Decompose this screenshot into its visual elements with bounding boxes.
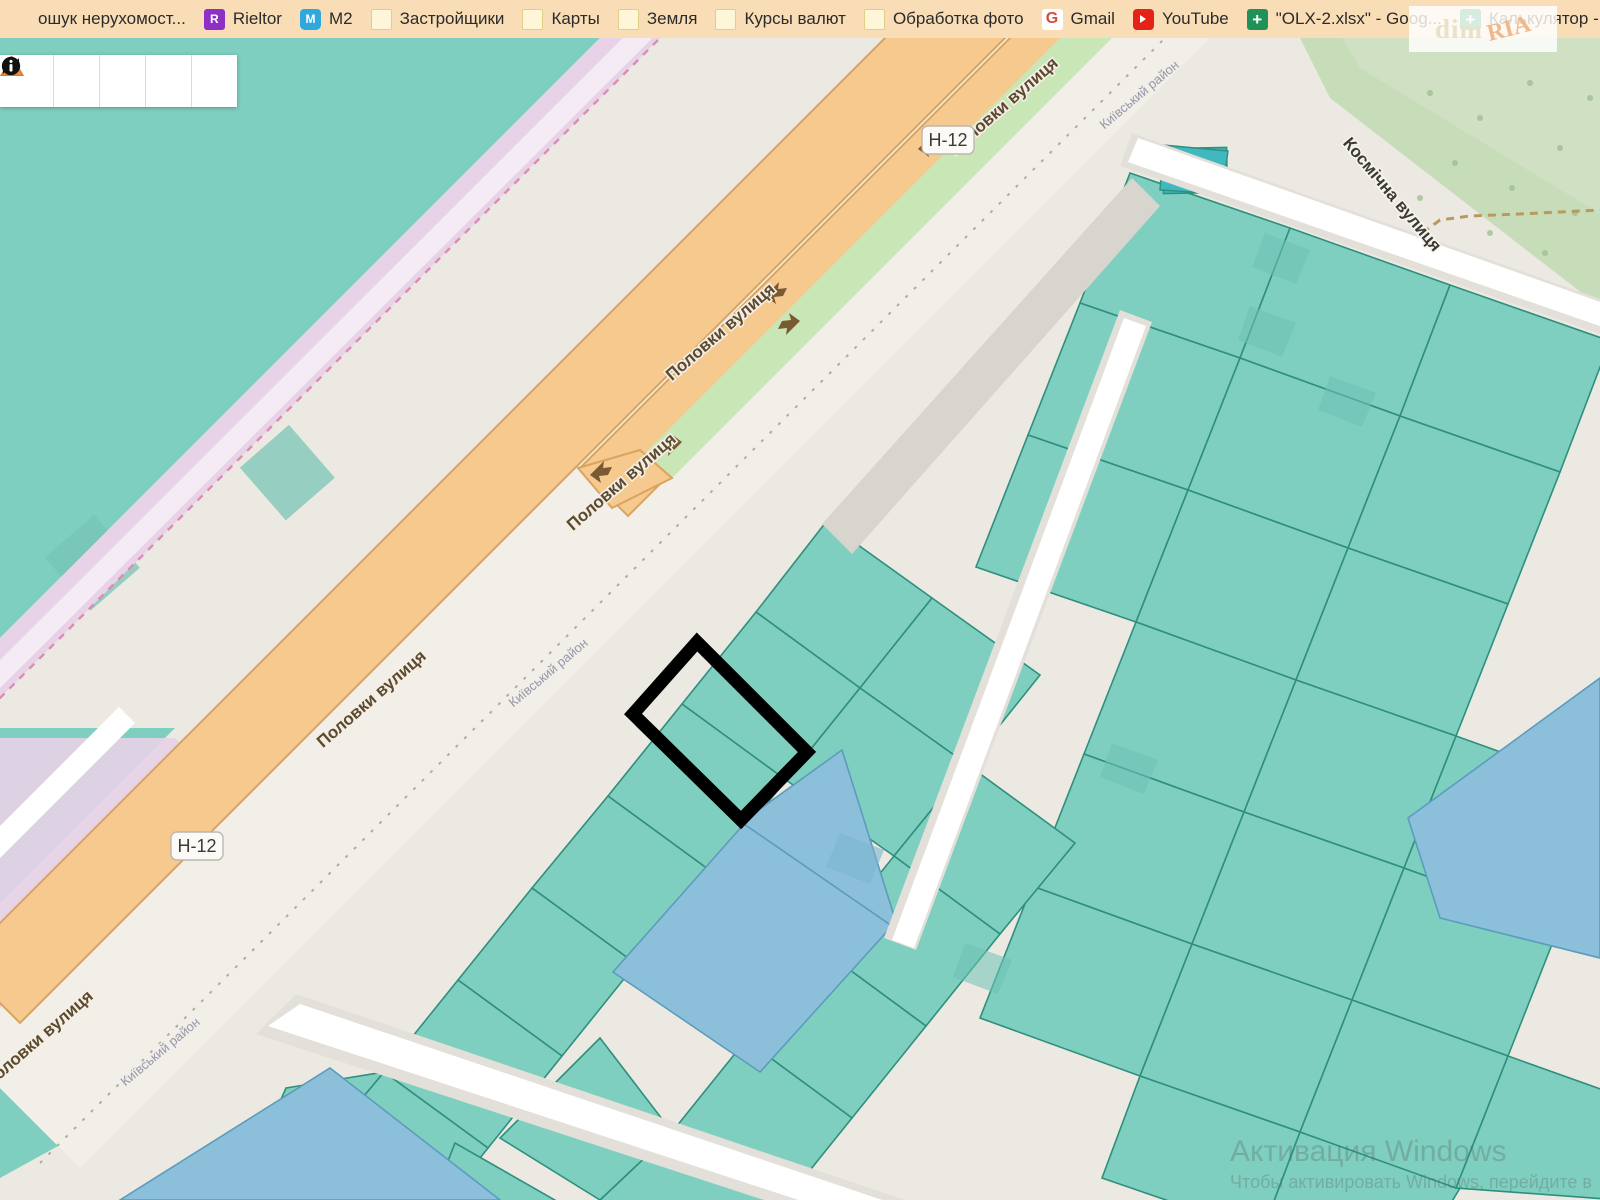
google-sheets-icon (1459, 8, 1481, 30)
blank-page-icon (522, 8, 544, 30)
map-toolbar (0, 55, 237, 107)
bookmark-item-0[interactable]: ошук нерухомост... (0, 0, 195, 38)
bookmark-item-zastroyshiki[interactable]: Застройщики (362, 0, 514, 38)
bookmark-item-zemlya[interactable]: Земля (609, 0, 707, 38)
blank-page-icon (715, 8, 737, 30)
bookmark-item-m2[interactable]: M M2 (291, 0, 362, 38)
info-button[interactable] (1, 55, 237, 107)
bookmark-label: M2 (328, 9, 353, 28)
rieltor-icon: R (203, 8, 225, 30)
bookmark-item-karty[interactable]: Карты (513, 0, 608, 38)
gmail-icon: G (1041, 8, 1063, 30)
bookmark-label: Rieltor (232, 9, 282, 28)
google-sheets-icon (1246, 8, 1268, 30)
refresh-button[interactable] (2, 55, 191, 107)
bookmark-item-calculator-sheet[interactable]: Калькулятор - Goo... (1451, 0, 1600, 38)
bookmark-label: Gmail (1070, 9, 1115, 28)
download-button[interactable] (3, 55, 99, 107)
bookmark-label: Карты (551, 9, 600, 28)
bookmark-label: ошук нерухомост... (38, 9, 186, 28)
bookmark-label: Калькулятор - Goo... (1488, 9, 1600, 28)
bookmark-label: Земля (646, 9, 698, 28)
browser-bookmark-bar: ошук нерухомост... R Rieltor M M2 Застро… (0, 0, 1600, 38)
map-vector-layer: Половки вулиця Половки вулиця Половки ву… (0, 38, 1600, 1200)
m2-icon: M (299, 8, 321, 30)
bookmark-item-gmail[interactable]: G Gmail (1033, 0, 1124, 38)
cadastral-map-canvas[interactable]: Половки вулиця Половки вулиця Половки ву… (0, 38, 1600, 1200)
bookmark-item-obrabotka-foto[interactable]: Обработка фото (855, 0, 1033, 38)
blank-page-icon (370, 8, 392, 30)
bookmark-item-kursy-valyut[interactable]: Курсы валют (706, 0, 855, 38)
bookmark-label: "OLX-2.xlsx" - Goog... (1275, 9, 1442, 28)
info-icon (1, 56, 21, 76)
bookmark-item-rieltor[interactable]: R Rieltor (195, 0, 291, 38)
bookmark-label: Курсы валют (744, 9, 846, 28)
report-problem-button[interactable] (0, 55, 145, 107)
blank-page-icon (863, 8, 885, 30)
bookmark-label: Обработка фото (892, 9, 1024, 28)
bookmark-item-youtube[interactable]: YouTube (1124, 0, 1238, 38)
blank-page-icon (617, 8, 639, 30)
bookmark-item-olx-sheet[interactable]: "OLX-2.xlsx" - Goog... (1238, 0, 1451, 38)
youtube-icon (1132, 8, 1154, 30)
bookmark-label: Застройщики (399, 9, 505, 28)
bookmark-label: YouTube (1161, 9, 1229, 28)
